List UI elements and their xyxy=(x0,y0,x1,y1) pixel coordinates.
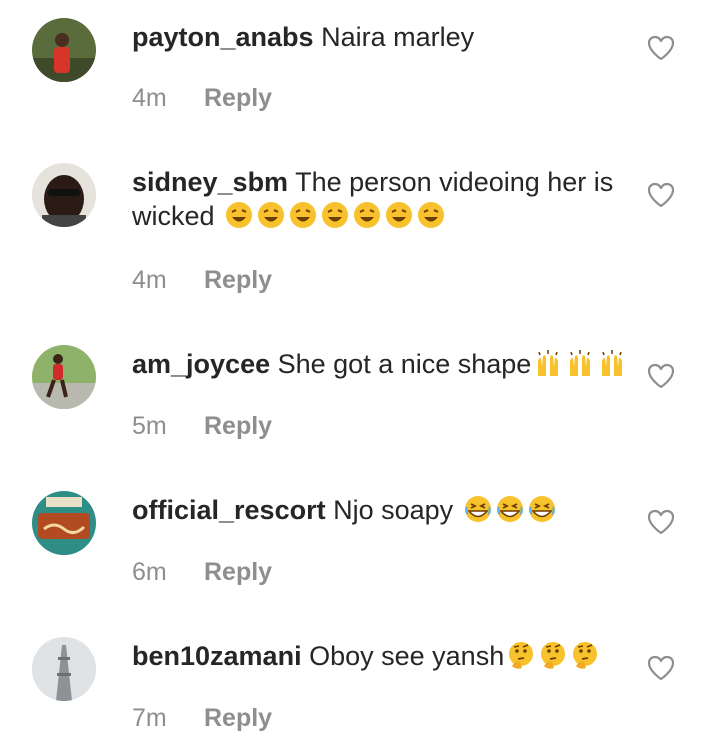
comment-username[interactable]: official_rescort xyxy=(132,495,326,525)
comment-username[interactable]: sidney_sbm xyxy=(132,167,288,197)
comment-body: Naira marley xyxy=(321,22,475,52)
comment-username[interactable]: am_joycee xyxy=(132,349,270,379)
raising-hands-icon xyxy=(597,348,627,378)
rolling-on-floor-laughing-icon xyxy=(352,200,382,230)
rolling-on-floor-laughing-icon xyxy=(384,200,414,230)
reply-button[interactable]: Reply xyxy=(204,266,272,295)
comment-text: ben10zamani Oboy see yansh xyxy=(132,639,632,673)
like-heart-icon[interactable] xyxy=(646,181,676,209)
reply-button[interactable]: Reply xyxy=(204,412,272,441)
rolling-on-floor-laughing-icon xyxy=(224,200,254,230)
comment-meta: 5m Reply xyxy=(132,412,272,441)
like-heart-icon[interactable] xyxy=(646,362,676,390)
rolling-on-floor-laughing-icon xyxy=(320,200,350,230)
comment-time: 4m xyxy=(132,266,167,294)
grinning-squinting-face-icon xyxy=(463,494,493,524)
user-avatar[interactable] xyxy=(32,163,96,227)
like-heart-icon[interactable] xyxy=(646,508,676,536)
user-avatar[interactable] xyxy=(32,491,96,555)
reply-button[interactable]: Reply xyxy=(204,704,272,733)
user-avatar[interactable] xyxy=(32,18,96,82)
comment-body: Oboy see yansh xyxy=(309,641,505,671)
comment-time: 7m xyxy=(132,704,167,732)
comment-username[interactable]: payton_anabs xyxy=(132,22,314,52)
comment-body: Njo soapy xyxy=(333,495,454,525)
comment-body: She got a nice shape xyxy=(277,349,532,379)
thinking-face-icon xyxy=(506,640,536,670)
emoji-group xyxy=(222,201,446,231)
comment-text: payton_anabs Naira marley xyxy=(132,20,632,54)
like-heart-icon[interactable] xyxy=(646,34,676,62)
comment-text: sidney_sbm The person videoing her is wi… xyxy=(132,165,632,233)
user-avatar[interactable] xyxy=(32,637,96,701)
reply-button[interactable]: Reply xyxy=(204,84,272,113)
comment-time: 6m xyxy=(132,558,167,586)
emoji-group xyxy=(504,641,600,671)
reply-button[interactable]: Reply xyxy=(204,558,272,587)
rolling-on-floor-laughing-icon xyxy=(416,200,446,230)
emoji-group xyxy=(461,495,557,525)
comment-text: official_rescort Njo soapy xyxy=(132,493,632,527)
comment-meta: 4m Reply xyxy=(132,266,272,295)
comment-meta: 6m Reply xyxy=(132,558,272,587)
rolling-on-floor-laughing-icon xyxy=(256,200,286,230)
comment-username[interactable]: ben10zamani xyxy=(132,641,302,671)
raising-hands-icon xyxy=(565,348,595,378)
comment-time: 4m xyxy=(132,84,167,112)
thinking-face-icon xyxy=(570,640,600,670)
comment-meta: 4m Reply xyxy=(132,84,272,113)
grinning-squinting-face-icon xyxy=(527,494,557,524)
comment-time: 5m xyxy=(132,412,167,440)
grinning-squinting-face-icon xyxy=(495,494,525,524)
like-heart-icon[interactable] xyxy=(646,654,676,682)
thinking-face-icon xyxy=(538,640,568,670)
comment-text: am_joycee She got a nice shape xyxy=(132,347,632,381)
emoji-group xyxy=(531,349,627,379)
raising-hands-icon xyxy=(533,348,563,378)
rolling-on-floor-laughing-icon xyxy=(288,200,318,230)
user-avatar[interactable] xyxy=(32,345,96,409)
comment-meta: 7m Reply xyxy=(132,704,272,733)
